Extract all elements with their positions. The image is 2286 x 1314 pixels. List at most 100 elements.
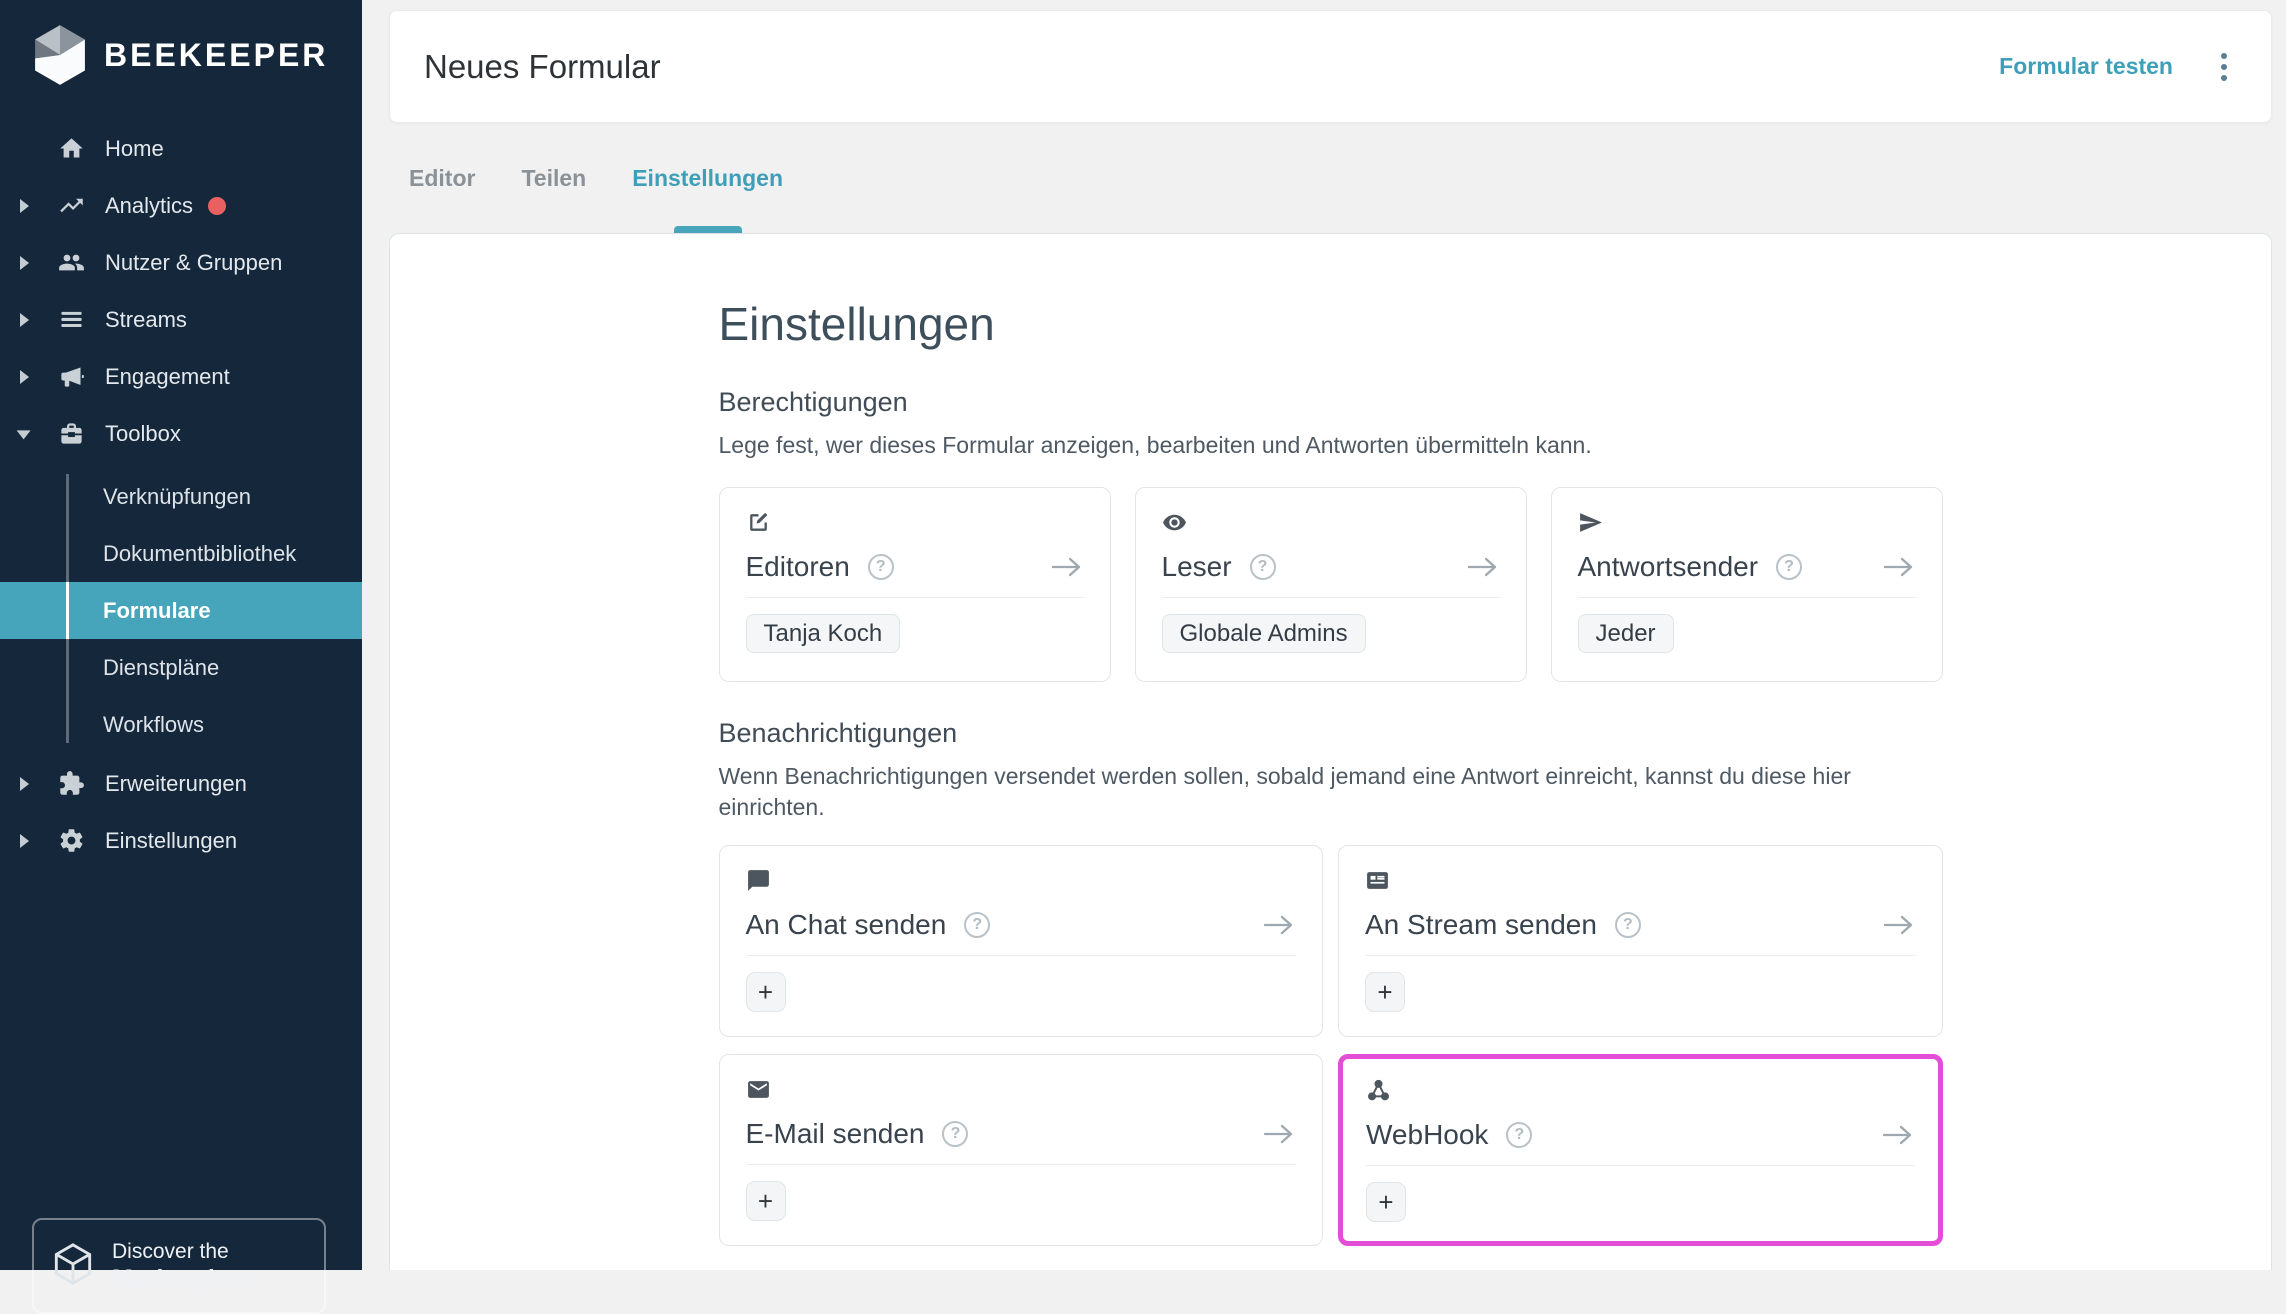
help-icon[interactable]: ?	[1615, 912, 1641, 938]
tab-einstellungen-active[interactable]: Einstellungen	[632, 124, 783, 233]
sidebar-subitem-label: Dokumentbibliothek	[103, 541, 296, 567]
help-icon[interactable]: ?	[868, 554, 894, 580]
sidebar-nav: Home Analytics Nutzer & Gruppen Streams	[0, 120, 362, 869]
sender-chip[interactable]: Jeder	[1578, 614, 1674, 653]
permissions-description: Lege fest, wer dieses Formular anzeigen,…	[719, 430, 1919, 461]
test-form-button[interactable]: Formular testen	[1999, 53, 2173, 80]
email-icon	[746, 1077, 1297, 1105]
marketplace-text: Discover the Marketplace	[112, 1239, 257, 1293]
settings-panel: Einstellungen Berechtigungen Lege fest, …	[389, 233, 2272, 1270]
toolbox-icon	[55, 420, 87, 447]
sidebar-item-label: Streams	[105, 307, 187, 333]
sidebar-item-label: Nutzer & Gruppen	[105, 250, 282, 276]
send-to-stream-card[interactable]: An Stream senden ? +	[1338, 845, 1943, 1037]
sidebar-item-label: Analytics	[105, 193, 193, 219]
marketplace-box-icon	[50, 1241, 96, 1292]
arrow-right-icon[interactable]	[1262, 912, 1296, 938]
form-tabs: Editor Teilen Einstellungen	[389, 124, 783, 233]
sidebar-subitem-label: Verknüpfungen	[103, 484, 251, 510]
sidebar-subitem-dienstplaene[interactable]: Dienstpläne	[0, 639, 362, 696]
send-icon	[1578, 510, 1916, 538]
send-to-chat-card[interactable]: An Chat senden ? +	[719, 845, 1324, 1037]
arrow-right-icon[interactable]	[1262, 1121, 1296, 1147]
card-title: Antwortsender	[1578, 551, 1759, 583]
logo-text: BEEKEEPER	[104, 37, 328, 74]
sidebar: BEEKEEPER Home Analytics Nutzer & Gruppe…	[0, 0, 362, 1270]
webhook-icon	[1366, 1078, 1915, 1106]
page-header-title: Neues Formular	[424, 48, 661, 86]
sidebar-item-einstellungen[interactable]: Einstellungen	[0, 812, 362, 869]
marketplace-line2: Marketplace	[112, 1265, 257, 1293]
analytics-icon	[55, 192, 87, 219]
kebab-menu-icon[interactable]	[2217, 49, 2231, 85]
response-senders-card[interactable]: Antwortsender ? Jeder	[1551, 487, 1943, 682]
webhook-card-highlighted[interactable]: WebHook ? +	[1338, 1054, 1943, 1246]
card-title: Editoren	[746, 551, 850, 583]
puzzle-icon	[55, 770, 87, 797]
card-divider	[746, 597, 1084, 598]
sidebar-item-toolbox[interactable]: Toolbox	[0, 405, 362, 462]
marketplace-banner[interactable]: Discover the Marketplace	[32, 1218, 326, 1314]
editors-card[interactable]: Editoren ? Tanja Koch	[719, 487, 1111, 682]
help-icon[interactable]: ?	[1250, 554, 1276, 580]
add-stream-notification-button[interactable]: +	[1365, 972, 1405, 1012]
sidebar-item-label: Home	[105, 136, 164, 162]
permissions-heading: Berechtigungen	[719, 387, 1943, 418]
sidebar-subitem-verknuepfungen[interactable]: Verknüpfungen	[0, 468, 362, 525]
sidebar-subitem-dokumentbibliothek[interactable]: Dokumentbibliothek	[0, 525, 362, 582]
users-icon	[55, 249, 87, 276]
arrow-right-icon[interactable]	[1882, 912, 1916, 938]
notification-dot	[208, 197, 226, 215]
arrow-right-icon[interactable]	[1466, 554, 1500, 580]
tab-teilen[interactable]: Teilen	[521, 124, 586, 233]
arrow-right-icon[interactable]	[1050, 554, 1084, 580]
help-icon[interactable]: ?	[942, 1121, 968, 1147]
sidebar-subitem-formulare-active[interactable]: Formulare	[0, 582, 362, 639]
sidebar-item-engagement[interactable]: Engagement	[0, 348, 362, 405]
help-icon[interactable]: ?	[1506, 1122, 1532, 1148]
sidebar-item-nutzer-gruppen[interactable]: Nutzer & Gruppen	[0, 234, 362, 291]
sidebar-item-home[interactable]: Home	[0, 120, 362, 177]
chat-icon	[746, 868, 1297, 896]
chevron-right-icon[interactable]	[20, 370, 29, 384]
card-divider	[1578, 597, 1916, 598]
sidebar-item-analytics[interactable]: Analytics	[0, 177, 362, 234]
reader-chip[interactable]: Globale Admins	[1162, 614, 1366, 653]
sidebar-subitem-workflows[interactable]: Workflows	[0, 696, 362, 753]
tab-editor[interactable]: Editor	[409, 124, 475, 233]
editor-chip[interactable]: Tanja Koch	[746, 614, 901, 653]
chevron-right-icon[interactable]	[20, 256, 29, 270]
help-icon[interactable]: ?	[964, 912, 990, 938]
sidebar-item-label: Erweiterungen	[105, 771, 247, 797]
sidebar-item-label: Toolbox	[105, 421, 181, 447]
card-title: An Stream senden	[1365, 909, 1597, 941]
card-title: An Chat senden	[746, 909, 947, 941]
notifications-card-grid: An Chat senden ? + An Stream senden ?	[719, 845, 1943, 1246]
sidebar-item-label: Einstellungen	[105, 828, 237, 854]
chevron-right-icon[interactable]	[20, 834, 29, 848]
help-icon[interactable]: ?	[1776, 554, 1802, 580]
notifications-heading: Benachrichtigungen	[719, 718, 1943, 749]
chevron-down-icon[interactable]	[17, 430, 31, 439]
permissions-card-grid: Editoren ? Tanja Koch Leser ?	[719, 487, 1943, 682]
sidebar-subitem-label: Workflows	[103, 712, 204, 738]
arrow-right-icon[interactable]	[1881, 1122, 1915, 1148]
card-divider	[1365, 955, 1916, 956]
arrow-right-icon[interactable]	[1882, 554, 1916, 580]
sidebar-subitem-label: Formulare	[103, 598, 211, 624]
card-divider	[1162, 597, 1500, 598]
chevron-right-icon[interactable]	[20, 777, 29, 791]
beekeeper-logo[interactable]: BEEKEEPER	[32, 24, 328, 86]
sidebar-item-erweiterungen[interactable]: Erweiterungen	[0, 755, 362, 812]
page-title: Einstellungen	[719, 298, 1943, 351]
add-webhook-button[interactable]: +	[1366, 1182, 1406, 1222]
chevron-right-icon[interactable]	[20, 313, 29, 327]
add-chat-notification-button[interactable]: +	[746, 972, 786, 1012]
card-title: WebHook	[1366, 1119, 1488, 1151]
streams-icon	[55, 306, 87, 333]
send-email-card[interactable]: E-Mail senden ? +	[719, 1054, 1324, 1246]
add-email-notification-button[interactable]: +	[746, 1181, 786, 1221]
readers-card[interactable]: Leser ? Globale Admins	[1135, 487, 1527, 682]
chevron-right-icon[interactable]	[20, 199, 29, 213]
sidebar-item-streams[interactable]: Streams	[0, 291, 362, 348]
